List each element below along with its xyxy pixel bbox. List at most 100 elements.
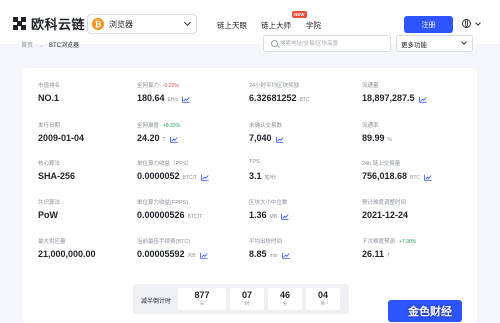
trend-chart-icon[interactable] (281, 251, 290, 259)
stat-label: 24h 链上交易量 (362, 161, 401, 167)
logo[interactable]: 欧科云链 (13, 14, 85, 33)
breadcrumb-current: BTC浏览器 (49, 43, 80, 49)
stat-unit: EH/s (167, 97, 179, 103)
stat-label: 单位算力收益(FPPS) (137, 200, 189, 206)
halving-countdown: 减半倒计时 877 天 07 时 46 分 04 秒 (133, 284, 349, 314)
stat-change: +7.90% (399, 239, 417, 245)
search-input[interactable] (280, 36, 388, 51)
stat-value: PoW (38, 210, 58, 220)
stat-value: 24.20 T (137, 133, 178, 143)
stat-value: 0.00000526 BTC/T (137, 210, 203, 220)
stat-label: 全网难度 +8.33% (137, 123, 181, 129)
stat-change: -0.22% (163, 83, 179, 89)
stat-item: 流通量 18,897,287.5 (362, 81, 427, 103)
nav-item-academy[interactable]: 学院 (306, 20, 321, 31)
stat-unit: min (269, 253, 278, 259)
stat-value: 8.85 min (249, 249, 290, 259)
stat-label: 24小时平均区块奖励 (249, 83, 300, 89)
stat-item: 共识算法 PoW (38, 198, 61, 220)
trend-chart-icon[interactable] (281, 212, 289, 220)
stat-label: 下次难度预测 +7.90% (362, 239, 417, 245)
stat-value: 89.99% (362, 133, 392, 143)
search-box[interactable] (263, 35, 391, 52)
logo-mark-icon (13, 17, 26, 30)
stat-unit: BTC/T (187, 214, 203, 220)
chain-select[interactable]: ₿ 浏览器 (87, 14, 197, 34)
countdown-seconds-value: 04 (317, 290, 328, 300)
nav-item-tianyan[interactable]: 链上天眼 (217, 20, 247, 31)
stat-label: 单位算力收益（PPS） (137, 161, 193, 167)
stat-label: 核心算法 (38, 161, 61, 167)
stat-unit: 笔/秒 (264, 175, 276, 181)
stat-item: 预计难度调整时间 2021-12-24 (362, 198, 408, 220)
trend-chart-icon[interactable] (199, 251, 208, 259)
stat-value: 6.32681252 BTC (249, 93, 310, 103)
stat-item: 单位算力收益（PPS） 0.0000052 BTC/T (137, 159, 209, 181)
signup-button[interactable]: 注册 (404, 16, 453, 33)
trend-chart-icon[interactable] (201, 173, 209, 181)
countdown-minutes-unit: 分 (282, 301, 288, 306)
chevron-down-icon (461, 39, 467, 45)
countdown-label: 减半倒计时 (141, 299, 172, 305)
trend-chart-icon[interactable] (275, 135, 284, 143)
trend-chart-icon[interactable] (418, 95, 427, 103)
countdown-hours-unit: 时 (244, 301, 250, 306)
stat-item: 全网难度 +8.33% 24.20 T (137, 121, 181, 143)
stat-value: 0.00005592/KB (137, 249, 208, 259)
stat-unit: BTC (299, 97, 310, 103)
more-functions-dropdown[interactable]: 更多功能 (396, 35, 473, 52)
countdown-seconds-unit: 秒 (320, 301, 326, 306)
stat-item: 当前最佳手续费(BTC) 0.00005592/KB (137, 237, 208, 259)
countdown-days-unit: 天 (199, 301, 205, 306)
stat-label: 市值排名 (38, 83, 61, 89)
stat-unit: MB (269, 214, 278, 220)
stat-value: 2021-12-24 (362, 210, 409, 220)
stat-item: 24h 链上交易量 756,018.68 BTC (362, 159, 432, 181)
stat-value: 18,897,287.5 (362, 93, 427, 103)
stat-value: 0.0000052 BTC/T (137, 171, 209, 181)
trend-chart-icon[interactable] (169, 135, 178, 143)
stat-unit: T (162, 137, 166, 143)
countdown-days: 877 天 (178, 288, 226, 310)
trend-chart-icon[interactable] (424, 173, 432, 181)
globe-icon[interactable] (462, 19, 471, 28)
stat-item: TPS 3.1 笔/秒 (249, 159, 276, 181)
chevron-down-icon[interactable] (475, 20, 481, 26)
countdown-hours: 07 时 (230, 288, 264, 310)
stat-label: 共识算法 (38, 200, 61, 206)
stat-label: 当前最佳手续费(BTC) (137, 239, 191, 245)
stat-unit: T (387, 253, 391, 259)
stat-unit: /KB (187, 253, 196, 259)
logo-text: 欧科云链 (31, 17, 86, 32)
stat-value: 7,040 (249, 133, 284, 143)
stat-item: 24小时平均区块奖励 6.32681252 BTC (249, 81, 310, 103)
stat-item: 全网算力 -0.22% 180.64 EH/s (137, 81, 190, 103)
stat-unit: BTC (410, 175, 421, 181)
stat-item: 下次难度预测 +7.90% 26.11 T (362, 237, 417, 259)
more-functions-label: 更多功能 (401, 41, 427, 49)
bitcoin-icon: ₿ (92, 18, 104, 30)
stat-unit: % (387, 137, 392, 143)
search-icon (271, 40, 278, 47)
stat-value: 3.1 笔/秒 (249, 171, 276, 181)
watermark: 金色财经 (408, 306, 452, 318)
stat-unit: BTC/T (182, 175, 197, 181)
stat-label: 预计难度调整时间 (362, 200, 407, 206)
stat-item: 市值排名 NO.1 (38, 81, 61, 103)
stat-value: NO.1 (38, 93, 60, 103)
stat-label: 发行日期 (38, 123, 61, 129)
stat-item: 未确认交易数 7,040 (249, 121, 284, 143)
breadcrumb-home[interactable]: 首页 (21, 43, 33, 49)
stat-label: 最大供应量 (38, 239, 66, 245)
nav-item-dashi[interactable]: 链上大师 (261, 20, 291, 31)
stat-label: 全网算力 -0.22% (137, 83, 179, 89)
stat-label: 区块大小中位数 (249, 200, 288, 206)
stat-value: 26.11 T (362, 249, 391, 259)
countdown-hours-value: 07 (241, 290, 252, 300)
stat-item: 最大供应量 21,000,000.00 (38, 237, 96, 259)
stat-label: TPS (249, 159, 260, 165)
trend-chart-icon[interactable] (182, 95, 190, 103)
chevron-down-icon (183, 18, 192, 27)
stat-label: 流通率 (362, 123, 379, 129)
chain-select-label: 浏览器 (109, 19, 133, 29)
